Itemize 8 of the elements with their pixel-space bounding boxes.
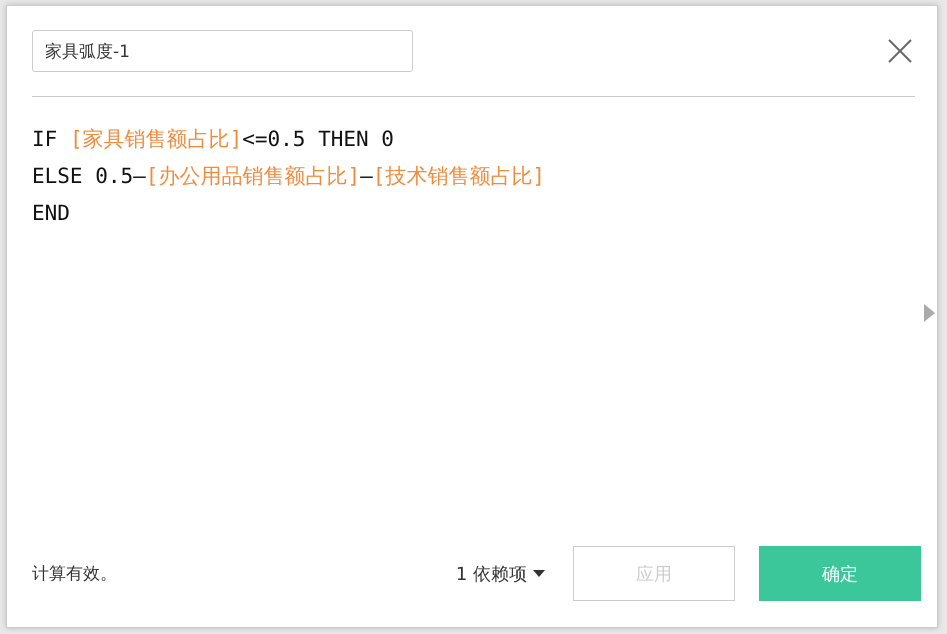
name-field[interactable]: 家具弧度-1 (32, 30, 413, 72)
status-text: 计算有效。 (32, 563, 118, 585)
formula-line: ELSE 0.5–[办公用品销售额占比]–[技术销售额占比] (32, 163, 546, 190)
close-icon[interactable] (887, 38, 913, 64)
formula-line: END (32, 200, 70, 227)
formula-line: IF [家具销售额占比]<=0.5 THEN 0 (32, 126, 394, 153)
dependencies-dropdown[interactable]: 1 依赖项 (456, 562, 545, 586)
caret-icon (533, 570, 545, 577)
